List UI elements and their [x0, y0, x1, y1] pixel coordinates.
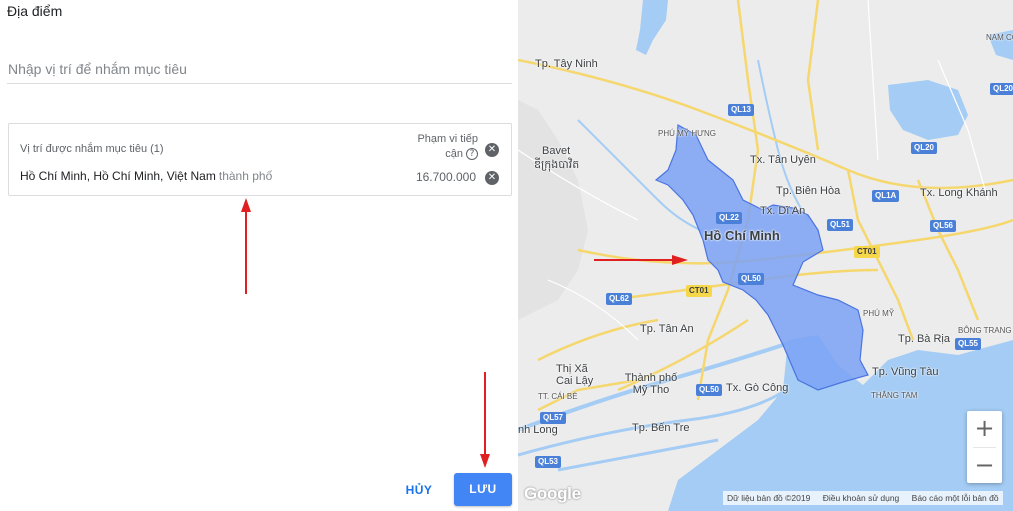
road-shield: CT01 [686, 285, 712, 297]
map-data-credit: Dữ liệu bản đồ ©2019 [727, 493, 811, 503]
road-shield: QL20 [911, 142, 938, 154]
road-shield: QL20 [990, 83, 1013, 95]
map-label-my-tho: Thành phố Mỹ Tho [624, 372, 678, 396]
google-logo: Google [524, 484, 581, 503]
road-shield: QL62 [606, 293, 633, 305]
map[interactable]: Tp. Tây Ninh PHÚ MỸ HƯNG Tx. Tân Uyên Tp… [518, 0, 1013, 511]
location-name: Hồ Chí Minh, Hồ Chí Minh, Việt Nam [20, 169, 216, 183]
save-button[interactable]: LƯU [454, 473, 512, 506]
section-title: Địa điểm [7, 3, 63, 19]
map-canvas [518, 0, 1013, 511]
road-shield: QL53 [535, 456, 562, 468]
location-search-input[interactable] [7, 58, 512, 77]
map-label-ben-tre: Tp. Bến Tre [632, 422, 690, 434]
map-label-cai-be: TT. CÁI BÈ [538, 392, 578, 401]
location-type: thành phố [218, 169, 273, 183]
location-row: Hồ Chí Minh, Hồ Chí Minh, Việt Nam thành … [20, 169, 272, 183]
cancel-button[interactable]: HỦY [396, 476, 442, 504]
road-shield: QL50 [696, 384, 723, 396]
map-label-bien-hoa: Tp. Biên Hòa [776, 185, 841, 197]
road-shield: QL1A [872, 190, 900, 202]
map-label-vung-tau: Tp. Vũng Tàu [872, 366, 939, 378]
annotation-arrow-up-icon [241, 198, 251, 294]
map-label-tan-uyen: Tx. Tân Uyên [750, 154, 816, 166]
location-panel: Địa điểm Vị trí được nhắm mục tiêu (1) P… [0, 0, 518, 511]
remove-all-icon[interactable]: ✕ [485, 143, 499, 157]
road-shield: QL55 [955, 338, 982, 350]
map-label-di-an: Tx. Dĩ An [760, 205, 806, 217]
zoom-in-button[interactable]: + [967, 411, 1002, 447]
map-label-long-khanh: Tx. Long Khánh [920, 187, 998, 199]
map-label-nam-co: NAM CO [986, 33, 1013, 42]
terms-link[interactable]: Điều khoản sử dụng [823, 493, 900, 503]
map-label-cai-lay: Thị Xã Cai Lậy [556, 363, 594, 387]
map-label-bavet: Bavet [542, 145, 571, 157]
map-label-go-cong: Tx. Gò Công [726, 382, 789, 394]
map-label-tan-an: Tp. Tân An [640, 323, 694, 335]
road-shield: CT01 [854, 246, 880, 258]
road-shield: QL57 [540, 412, 567, 424]
map-label-bavet-kh: ឌីក្រុងបាវិត [534, 159, 580, 171]
targeted-locations-label: Vị trí được nhắm mục tiêu (1) [20, 143, 164, 155]
map-label-phu-my-hung: PHÚ MỸ HƯNG [658, 129, 716, 138]
road-shield: QL13 [728, 104, 755, 116]
report-error-link[interactable]: Báo cáo một lỗi bản đồ [912, 493, 999, 503]
map-label-ho-chi-minh: Hồ Chí Minh [704, 228, 780, 243]
map-label-bong-trang: BÔNG TRANG [958, 326, 1012, 335]
map-label-phu-my: PHÚ MỸ [863, 309, 895, 318]
remove-location-icon[interactable]: ✕ [485, 171, 499, 185]
help-icon[interactable]: ? [466, 148, 478, 161]
map-label-tay-ninh: Tp. Tây Ninh [535, 58, 598, 70]
targeted-locations-box: Vị trí được nhắm mục tiêu (1) Phạm vi ti… [8, 123, 512, 196]
zoom-control: + − [967, 411, 1002, 483]
reach-header: Phạm vi tiếp cận? [414, 132, 478, 162]
road-shield: QL50 [738, 273, 765, 285]
zoom-out-button[interactable]: − [967, 448, 1002, 484]
map-label-thang-tam: THẮNG TAM [871, 391, 918, 400]
location-search [7, 58, 512, 84]
location-reach: 16.700.000 [415, 170, 476, 184]
road-shield: QL51 [827, 219, 854, 231]
road-shield: QL22 [716, 212, 743, 224]
map-attribution: Dữ liệu bản đồ ©2019 Điều khoản sử dụng … [723, 491, 1003, 505]
road-shield: QL56 [930, 220, 957, 232]
map-label-ba-ria: Tp. Bà Rịa [898, 333, 950, 345]
map-label-vinh-long: nh Long [518, 424, 558, 436]
annotation-arrow-down-icon [480, 372, 490, 468]
